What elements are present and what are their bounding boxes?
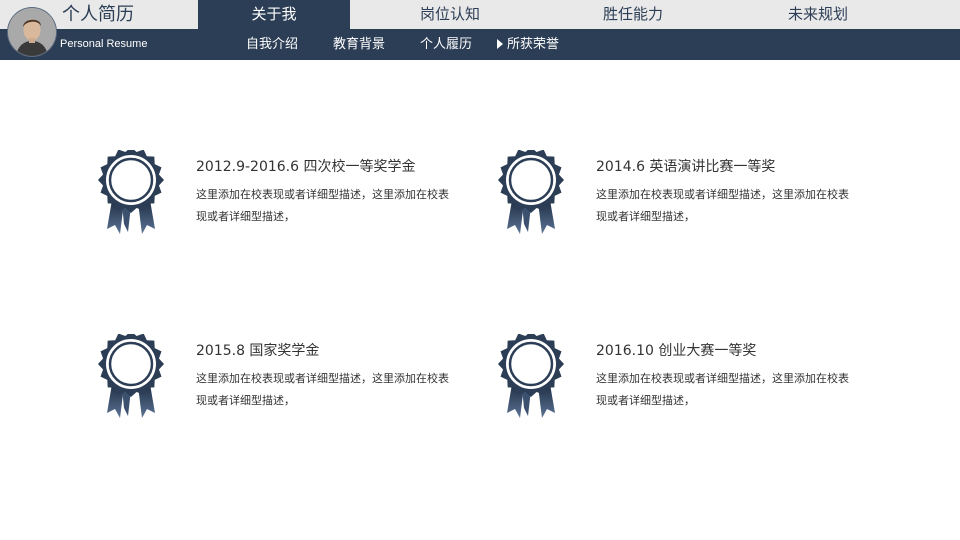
award-description: 这里添加在校表现或者详细型描述，这里添加在校表现或者详细型描述， [596, 372, 849, 407]
avatar [8, 8, 56, 56]
subtab-education[interactable]: 教育背景 [333, 29, 385, 60]
subtab-experience[interactable]: 个人履历 [420, 29, 472, 60]
subtab-honors[interactable]: 所获荣誉 [497, 29, 559, 60]
award-item: 2012.9-2016.6 四次校一等奖学金 这里添加在校表现或者详细型描述，这… [98, 150, 478, 250]
brand-title: 个人简历 [62, 4, 134, 25]
triangle-right-icon [497, 39, 503, 49]
tab-future-plan[interactable]: 未来规划 [742, 0, 894, 29]
award-title: 2015.8 国家奖学金 [196, 343, 320, 359]
award-description: 这里添加在校表现或者详细型描述，这里添加在校表现或者详细型描述， [196, 188, 449, 223]
subtab-honors-label: 所获荣誉 [507, 37, 560, 52]
award-item: 2016.10 创业大赛一等奖 这里添加在校表现或者详细型描述，这里添加在校表现… [498, 334, 878, 434]
award-medal-icon [98, 150, 164, 234]
tab-competency[interactable]: 胜任能力 [557, 0, 709, 29]
award-medal-icon [498, 150, 564, 234]
award-title: 2016.10 创业大赛一等奖 [596, 343, 757, 359]
award-description: 这里添加在校表现或者详细型描述，这里添加在校表现或者详细型描述， [596, 188, 849, 223]
subtab-self-intro[interactable]: 自我介绍 [246, 29, 298, 60]
tab-job-cognition[interactable]: 岗位认知 [374, 0, 526, 29]
award-medal-icon [98, 334, 164, 418]
award-description: 这里添加在校表现或者详细型描述，这里添加在校表现或者详细型描述， [196, 372, 449, 407]
award-medal-icon [498, 334, 564, 418]
award-title: 2012.9-2016.6 四次校一等奖学金 [196, 159, 416, 175]
award-item: 2014.6 英语演讲比赛一等奖 这里添加在校表现或者详细型描述，这里添加在校表… [498, 150, 878, 250]
award-item: 2015.8 国家奖学金 这里添加在校表现或者详细型描述，这里添加在校表现或者详… [98, 334, 478, 434]
top-navigation: 个人简历 Personal Resume 关于我 岗位认知 胜任能力 未来规划 … [0, 0, 960, 60]
award-title: 2014.6 英语演讲比赛一等奖 [596, 159, 776, 175]
tab-about-me[interactable]: 关于我 [198, 0, 350, 29]
brand-subtitle: Personal Resume [60, 38, 148, 50]
